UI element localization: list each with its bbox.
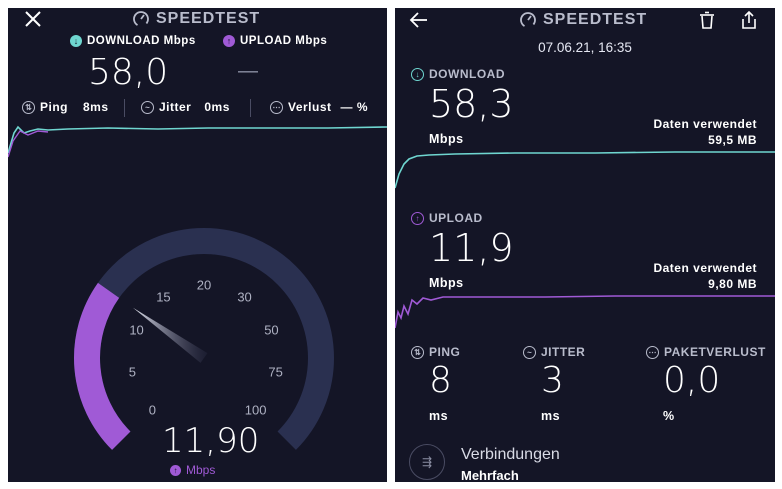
gauge-tick-15: 15 — [156, 289, 171, 305]
gauge-logo-icon — [520, 12, 536, 28]
test-datetime: 07.06.21, 16:35 — [538, 40, 632, 55]
jitter-icon: ~ — [141, 100, 154, 114]
ping-icon: ⇅ — [22, 100, 35, 114]
connections-icon: ⇶ — [409, 444, 445, 480]
jitter-value: 3 — [541, 360, 564, 401]
download-arrow-icon: ↓ — [411, 67, 424, 81]
ping-unit: ms — [429, 409, 449, 423]
loss-stat: ⋯ Verlust — % — [270, 100, 368, 114]
right-panel-result: SPEEDTEST 07.06.21, 16:35 ↓ DOWNLOAD 58,… — [395, 8, 775, 482]
download-value: 58,3 — [429, 82, 514, 126]
gauge-unit: ↑ Mbps — [170, 463, 215, 477]
speedtest-logo: SPEEDTEST — [519, 11, 647, 29]
ping-value: 8 — [429, 360, 452, 401]
upload-value: 11,9 — [429, 226, 514, 270]
download-header: ↓ DOWNLOAD — [411, 67, 505, 81]
upload-header: ↑ UPLOAD Mbps — [223, 35, 327, 47]
gauge-tick-5: 5 — [128, 364, 137, 380]
jitter-header: ~ JITTER — [523, 345, 585, 359]
loss-label: PAKETVERLUST — [664, 345, 766, 359]
upload-label: UPLOAD — [429, 211, 483, 225]
download-arrow-icon: ↓ — [70, 35, 82, 47]
download-header: ↓ DOWNLOAD Mbps — [70, 35, 196, 47]
download-unit: Mbps — [429, 132, 464, 146]
connections-label: Verbindungen — [461, 446, 560, 463]
gauge-speed-value: 11,90 — [162, 421, 260, 461]
upload-header: ↑ UPLOAD — [411, 211, 483, 225]
gauge-tick-100: 100 — [244, 402, 267, 418]
share-icon[interactable] — [740, 10, 758, 30]
gauge-progress — [74, 282, 131, 450]
gauge-needle — [133, 307, 208, 363]
jitter-unit: ms — [541, 409, 561, 423]
gauge-tick-10: 10 — [129, 322, 144, 338]
loss-unit: % — [663, 409, 675, 423]
jitter-value: 0ms — [204, 100, 230, 114]
gauge-unit-label: Mbps — [186, 463, 216, 477]
upload-arrow-icon: ↑ — [170, 464, 181, 476]
jitter-label: Jitter — [159, 100, 192, 114]
app-title: SPEEDTEST — [156, 10, 261, 27]
ping-label: PING — [429, 345, 461, 359]
loss-icon: ⋯ — [270, 100, 283, 114]
jitter-label: JITTER — [541, 345, 586, 359]
app-title: SPEEDTEST — [543, 11, 648, 28]
download-value: 58,0 — [88, 52, 169, 93]
gauge-logo-icon — [133, 11, 149, 27]
jitter-icon: ~ — [523, 345, 536, 359]
loss-value: 0,0 — [663, 360, 721, 401]
gauge-tick-75: 75 — [268, 364, 283, 380]
upload-arrow-icon: ↑ — [411, 211, 424, 225]
upload-data-label: Daten verwendet — [653, 261, 757, 275]
close-icon[interactable] — [24, 10, 42, 28]
packet-loss-icon: ⋯ — [646, 345, 659, 359]
left-panel-live-test: SPEEDTEST ↓ DOWNLOAD Mbps 58,0 ↑ UPLOAD … — [8, 8, 387, 482]
upload-arrow-icon: ↑ — [223, 35, 235, 47]
ping-icon: ⇅ — [411, 345, 424, 359]
download-speed-graph — [8, 125, 387, 158]
jitter-stat: ~ Jitter 0ms — [141, 100, 230, 114]
loss-label: Verlust — [288, 100, 332, 114]
gauge-tick-30: 30 — [237, 289, 252, 305]
connections-value: Mehrfach — [461, 468, 519, 482]
download-label: DOWNLOAD — [429, 67, 505, 81]
ping-value: 8ms — [83, 100, 109, 114]
download-speed-graph — [395, 151, 775, 189]
gauge-tick-50: 50 — [264, 322, 279, 338]
loss-value: — % — [340, 100, 369, 114]
upload-label: UPLOAD Mbps — [240, 35, 328, 47]
speedtest-logo: SPEEDTEST — [132, 10, 260, 28]
ping-stat: ⇅ Ping 8ms — [22, 100, 109, 114]
download-data-label: Daten verwendet — [653, 117, 757, 131]
gauge-track — [74, 228, 334, 450]
gauge-tick-20: 20 — [196, 277, 212, 293]
download-label: DOWNLOAD Mbps — [87, 35, 196, 47]
back-arrow-icon[interactable] — [409, 11, 429, 29]
loss-header: ⋯ PAKETVERLUST — [646, 345, 766, 359]
ping-header: ⇅ PING — [411, 345, 460, 359]
upload-speed-graph — [395, 295, 775, 329]
trash-icon[interactable] — [698, 11, 716, 30]
ping-label: Ping — [40, 100, 68, 114]
upload-value: — — [238, 60, 258, 82]
gauge-tick-0: 0 — [148, 402, 156, 418]
download-data-value: 59,5 MB — [708, 133, 757, 147]
